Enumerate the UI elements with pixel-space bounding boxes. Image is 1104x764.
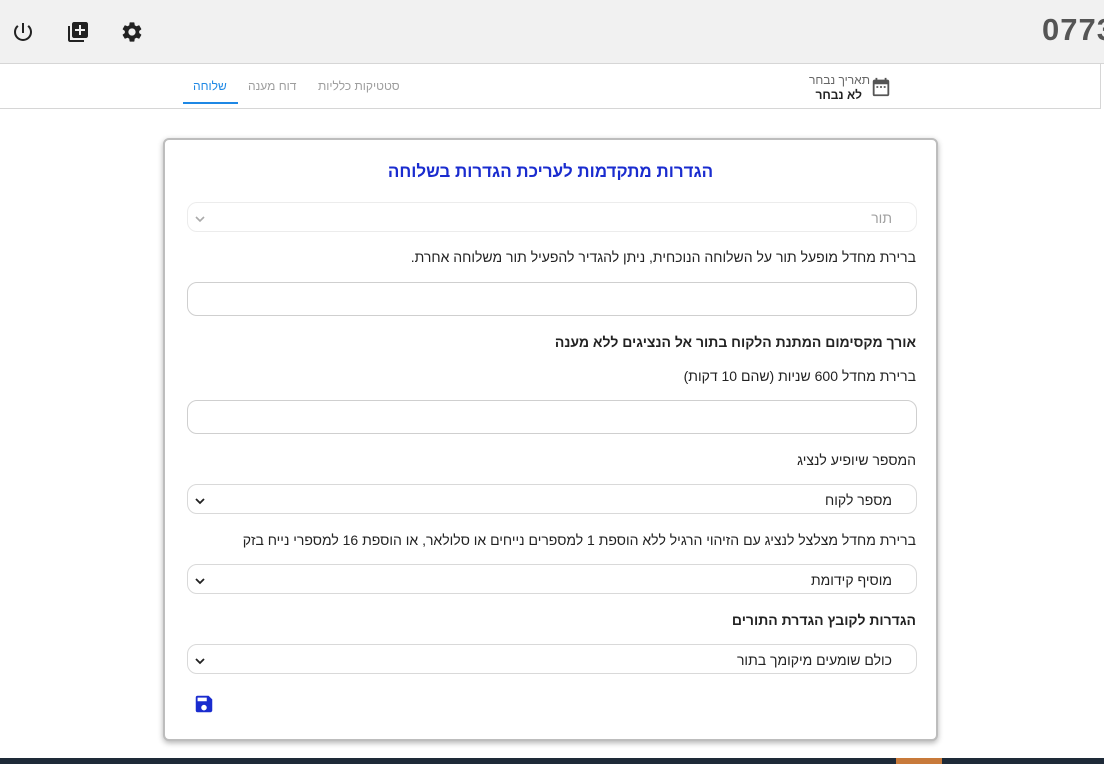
- queue-select-value: תור: [871, 210, 892, 226]
- tab-general-statistics[interactable]: סטטיקות כלליות: [318, 79, 400, 93]
- number-display-select-value: מספר לקוח: [825, 492, 892, 508]
- queue-file-label: הגדרות לקובץ הגדרת התורים: [731, 612, 916, 628]
- chevron-down-icon: [194, 574, 206, 590]
- gear-icon[interactable]: [118, 18, 146, 46]
- date-picker[interactable]: תאריך נבחר לא נבחר: [806, 72, 896, 104]
- active-tab-indicator: [183, 102, 238, 104]
- calendar-icon: [870, 76, 892, 103]
- chevron-down-icon: [194, 212, 206, 228]
- save-button[interactable]: [193, 693, 215, 720]
- phone-number: 0773: [1042, 12, 1104, 47]
- max-wait-input[interactable]: [187, 400, 917, 434]
- number-display-label: המספר שיופיע לנציג: [797, 452, 916, 468]
- queue-file-select-value: כולם שומעים מיקומך בתור: [736, 652, 892, 668]
- taskbar-strip: [0, 758, 1104, 764]
- date-picker-label: תאריך נבחר: [808, 73, 870, 87]
- chevron-down-icon: [194, 494, 206, 510]
- card-title: הגדרות מתקדמות לעריכת הגדרות בשלוחה: [387, 162, 714, 181]
- save-icon: [193, 695, 215, 719]
- advanced-settings-card: הגדרות מתקדמות לעריכת הגדרות בשלוחה תור …: [163, 138, 938, 741]
- queue-extension-input[interactable]: [187, 282, 917, 316]
- top-bar: 0773: [0, 0, 1104, 64]
- max-wait-label: אורך מקסימום המתנת הלקוח בתור אל הנציגים…: [554, 334, 916, 350]
- prefix-help-text: ברירת מחדל מצלצל לנציג עם הזיהוי הרגיל ל…: [242, 532, 916, 548]
- queue-help-text: ברירת מחדל מופעל תור על השלוחה הנוכחית, …: [410, 249, 916, 265]
- number-display-select[interactable]: מספר לקוח: [187, 484, 917, 514]
- date-picker-value: לא נבחר: [815, 88, 862, 102]
- taskbar-accent: [896, 758, 942, 764]
- library-books-icon[interactable]: [64, 18, 92, 46]
- sub-header: סטטיקות כלליות דוח מענה שלוחה תאריך נבחר…: [0, 64, 1101, 109]
- chevron-down-icon: [194, 654, 206, 670]
- max-wait-help-text: ברירת מחדל 600 שניות (שהם 10 דקות): [683, 368, 916, 384]
- tab-extension[interactable]: שלוחה: [193, 79, 227, 93]
- queue-select[interactable]: תור: [187, 202, 917, 232]
- tab-answer-report[interactable]: דוח מענה: [248, 79, 296, 93]
- prefix-select-value: מוסיף קידומת: [811, 572, 892, 588]
- power-icon[interactable]: [9, 18, 37, 46]
- queue-file-select[interactable]: כולם שומעים מיקומך בתור: [187, 644, 917, 674]
- prefix-select[interactable]: מוסיף קידומת: [187, 564, 917, 594]
